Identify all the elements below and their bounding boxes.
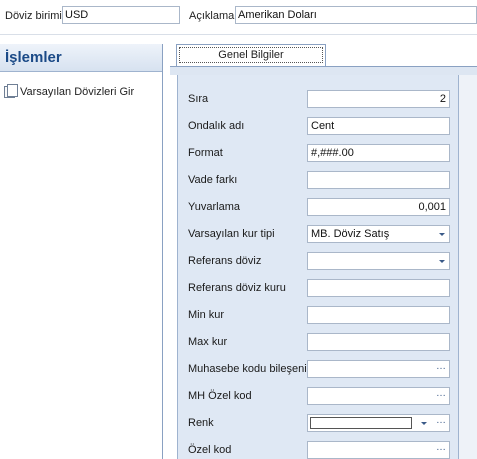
operations-header: İşlemler bbox=[0, 44, 162, 72]
chevron-down-icon[interactable] bbox=[439, 233, 445, 236]
text-field[interactable]: Cent bbox=[307, 117, 450, 135]
dropdown-field[interactable]: MB. Döviz Satış bbox=[307, 225, 450, 243]
tab-area: Genel Bilgiler Sıra 2 Ondalık adı Cent Forma… bbox=[170, 44, 477, 459]
form-row: Özel kod … bbox=[188, 441, 453, 459]
chevron-down-icon[interactable] bbox=[439, 260, 445, 263]
operations-title: İşlemler bbox=[5, 49, 62, 66]
field-label: Format bbox=[188, 147, 223, 159]
field-label: Ondalık adı bbox=[188, 120, 245, 132]
form-row: Renk … bbox=[188, 414, 453, 432]
document-icon bbox=[4, 84, 18, 98]
text-field[interactable]: 0,001 bbox=[307, 198, 450, 216]
form-row: Format #,###.00 bbox=[188, 144, 453, 162]
field-label: Muhasebe kodu bileşeni bbox=[188, 363, 307, 375]
ellipsis-icon[interactable]: … bbox=[436, 361, 446, 373]
color-picker-field[interactable]: … bbox=[307, 414, 450, 432]
field-label: Varsayılan kur tipi bbox=[188, 228, 275, 240]
text-field[interactable] bbox=[307, 279, 450, 297]
text-field[interactable] bbox=[307, 171, 450, 189]
form-row: Referans döviz bbox=[188, 252, 453, 270]
currency-field[interactable]: USD bbox=[62, 6, 180, 24]
field-label: Yuvarlama bbox=[188, 201, 240, 213]
dropdown-field[interactable] bbox=[307, 252, 450, 270]
field-label: Min kur bbox=[188, 309, 225, 321]
ellipsis-icon[interactable]: … bbox=[436, 442, 446, 454]
header-divider bbox=[0, 34, 477, 35]
field-value: MB. Döviz Satış bbox=[311, 228, 390, 240]
tab-label: Genel Bilgiler bbox=[179, 47, 323, 63]
text-field[interactable] bbox=[307, 333, 450, 351]
description-field[interactable]: Amerikan Doları bbox=[235, 6, 477, 24]
currency-label: Döviz birimi bbox=[5, 10, 62, 22]
text-field[interactable]: #,###.00 bbox=[307, 144, 450, 162]
form-row: Max kur bbox=[188, 333, 453, 351]
form-row: Varsayılan kur tipi MB. Döviz Satış bbox=[188, 225, 453, 243]
field-label: Max kur bbox=[188, 336, 228, 348]
description-label: Açıklama bbox=[189, 10, 235, 22]
general-info-form: Sıra 2 Ondalık adı Cent Format #,###.00 Vade f… bbox=[177, 75, 459, 459]
field-label: Vade farkı bbox=[188, 174, 238, 186]
ellipsis-icon[interactable]: … bbox=[436, 415, 446, 427]
ellipsis-icon[interactable]: … bbox=[436, 388, 446, 400]
form-row: Sıra 2 bbox=[188, 90, 453, 108]
form-row: MH Özel kod … bbox=[188, 387, 453, 405]
form-row: Ondalık adı Cent bbox=[188, 117, 453, 135]
chevron-down-icon[interactable] bbox=[421, 422, 427, 425]
tab-general-info[interactable]: Genel Bilgiler bbox=[176, 44, 326, 66]
list-item-label: Varsayılan Dövizleri Gir bbox=[20, 86, 135, 98]
field-label: Sıra bbox=[188, 93, 209, 105]
form-row: Yuvarlama 0,001 bbox=[188, 198, 453, 216]
tab-strip bbox=[170, 67, 477, 75]
form-row: Referans döviz kuru bbox=[188, 279, 453, 297]
lookup-field[interactable]: … bbox=[307, 360, 450, 378]
color-swatch bbox=[310, 417, 412, 429]
form-row: Min kur bbox=[188, 306, 453, 324]
lookup-field[interactable]: … bbox=[307, 441, 450, 459]
panel-edge bbox=[459, 75, 477, 459]
text-field[interactable] bbox=[307, 306, 450, 324]
field-label: Renk bbox=[188, 417, 214, 429]
field-label: Referans döviz kuru bbox=[188, 282, 286, 294]
form-row: Vade farkı bbox=[188, 171, 453, 189]
form-row: Muhasebe kodu bileşeni … bbox=[188, 360, 453, 378]
header-bar: Döviz birimi USD Açıklama Amerikan Dolar… bbox=[0, 0, 477, 34]
field-label: MH Özel kod bbox=[188, 390, 252, 402]
lookup-field[interactable]: … bbox=[307, 387, 450, 405]
operations-panel: İşlemler Varsayılan Dövizleri Gir bbox=[0, 44, 163, 459]
text-field[interactable]: 2 bbox=[307, 90, 450, 108]
field-label: Referans döviz bbox=[188, 255, 262, 267]
field-label: Özel kod bbox=[188, 444, 232, 456]
